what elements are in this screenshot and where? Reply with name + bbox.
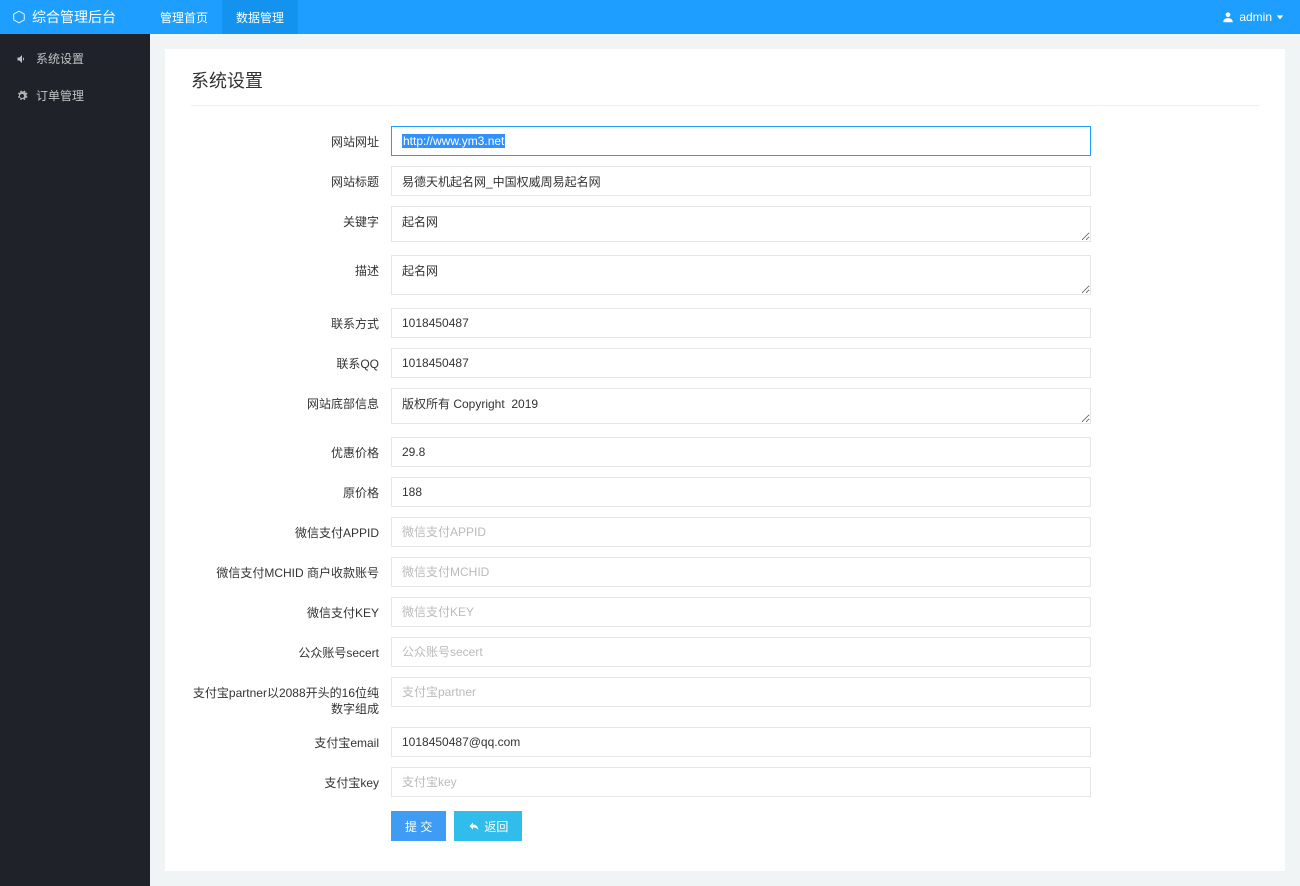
user-menu[interactable]: admin (1221, 10, 1300, 24)
alipay-partner-input[interactable] (391, 677, 1091, 707)
footer-input[interactable]: 版权所有 Copyright 2019 (391, 388, 1091, 424)
label-contact: 联系方式 (191, 308, 391, 338)
back-label: 返回 (484, 818, 508, 835)
site-title-input[interactable] (391, 166, 1091, 196)
brand-logo: 综合管理后台 (12, 7, 116, 27)
contact-input[interactable] (391, 308, 1091, 338)
label-site-title: 网站标题 (191, 166, 391, 196)
page-title: 系统设置 (191, 67, 1259, 106)
gear-icon (16, 90, 28, 102)
alipay-key-input[interactable] (391, 767, 1091, 797)
label-wx-mchid: 微信支付MCHID 商户收款账号 (191, 557, 391, 587)
chevron-down-icon (1276, 13, 1284, 21)
label-description: 描述 (191, 255, 391, 298)
nav-data[interactable]: 数据管理 (222, 0, 298, 34)
volume-icon (16, 53, 28, 65)
user-icon (1221, 10, 1235, 24)
hexagon-icon (12, 10, 26, 24)
brand-text: 综合管理后台 (32, 7, 116, 27)
sidebar-item-label: 系统设置 (36, 50, 84, 67)
main-content: 系统设置 网站网址 http://www.ym3.net 网站标题 关键字 (150, 34, 1300, 886)
qq-input[interactable] (391, 348, 1091, 378)
wx-mchid-input[interactable] (391, 557, 1091, 587)
wx-key-input[interactable] (391, 597, 1091, 627)
label-wx-secret: 公众账号secert (191, 637, 391, 667)
reply-icon (468, 820, 480, 832)
sidebar-item-system[interactable]: 系统设置 (0, 40, 150, 77)
site-url-input[interactable]: http://www.ym3.net (391, 126, 1091, 156)
price-original-input[interactable] (391, 477, 1091, 507)
sidebar-item-label: 订单管理 (36, 87, 84, 104)
description-input[interactable]: 起名网 (391, 255, 1091, 295)
keywords-input[interactable]: 起名网 (391, 206, 1091, 242)
submit-button[interactable]: 提 交 (391, 811, 446, 841)
sidebar: 系统设置 订单管理 (0, 34, 150, 886)
settings-form: 网站网址 http://www.ym3.net 网站标题 关键字 起名网 (191, 126, 1091, 841)
price-discount-input[interactable] (391, 437, 1091, 467)
label-footer: 网站底部信息 (191, 388, 391, 427)
label-price-original: 原价格 (191, 477, 391, 507)
label-alipay-partner: 支付宝partner以2088开头的16位纯数字组成 (191, 677, 391, 717)
sidebar-item-orders[interactable]: 订单管理 (0, 77, 150, 114)
site-url-value: http://www.ym3.net (402, 134, 505, 148)
label-price-discount: 优惠价格 (191, 437, 391, 467)
top-nav: 管理首页 数据管理 (146, 0, 298, 34)
back-button[interactable]: 返回 (454, 811, 522, 841)
label-wx-key: 微信支付KEY (191, 597, 391, 627)
settings-panel: 系统设置 网站网址 http://www.ym3.net 网站标题 关键字 (165, 49, 1285, 871)
label-qq: 联系QQ (191, 348, 391, 378)
label-keywords: 关键字 (191, 206, 391, 245)
label-wx-appid: 微信支付APPID (191, 517, 391, 547)
wx-secret-input[interactable] (391, 637, 1091, 667)
user-name: admin (1239, 10, 1272, 24)
label-site-url: 网站网址 (191, 126, 391, 156)
nav-dashboard[interactable]: 管理首页 (146, 0, 222, 34)
label-alipay-email: 支付宝email (191, 727, 391, 757)
wx-appid-input[interactable] (391, 517, 1091, 547)
top-header: 综合管理后台 管理首页 数据管理 admin (0, 0, 1300, 34)
label-alipay-key: 支付宝key (191, 767, 391, 797)
alipay-email-input[interactable] (391, 727, 1091, 757)
